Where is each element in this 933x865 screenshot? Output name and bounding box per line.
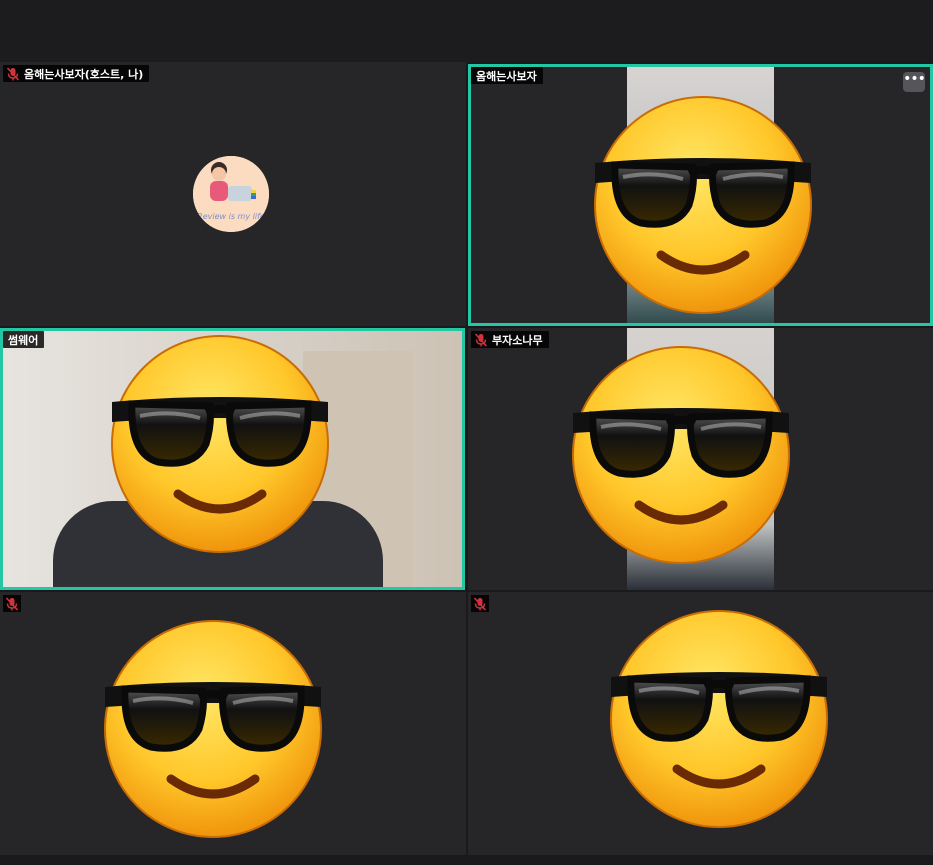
mute-indicator [471,595,489,612]
muted-microphone-icon [473,596,487,611]
muted-microphone-icon [6,66,20,81]
participant-name: 썸웨어 [8,333,39,347]
participant-name: 옴해는사보자(호스트, 나) [24,67,144,81]
avatar-caption: Review is my life [197,212,265,221]
gallery-view: 옴해는사보자(호스트, 나) Review is my life 옴해는사보자 … [0,62,933,865]
participant-name-label: 썸웨어 [3,331,45,348]
mute-indicator [3,595,21,612]
participant-tile-host[interactable]: 옴해는사보자(호스트, 나) Review is my life [0,62,466,326]
sunglasses-emoji-icon [107,331,333,557]
meeting-top-bar [0,0,933,62]
participant-name-label: 부자소나무 [471,331,549,348]
more-options-button[interactable]: ••• [903,72,926,92]
participant-name: 옴해는사보자 [476,69,537,83]
participant-tile-3[interactable]: 썸웨어 [0,328,465,590]
participant-tile-5[interactable] [0,592,466,855]
participant-name-label: 옴해는사보자 [471,67,543,84]
profile-avatar: Review is my life [193,156,269,232]
sunglasses-emoji-icon [590,92,816,318]
participant-name-label: 옴해는사보자(호스트, 나) [3,65,150,82]
participant-tile-2[interactable]: 옴해는사보자 ••• [468,64,933,326]
muted-microphone-icon [474,332,488,347]
participant-tile-6[interactable] [468,592,933,855]
sunglasses-emoji-icon [100,616,326,842]
participant-name: 부자소나무 [492,333,543,347]
participant-tile-4[interactable]: 부자소나무 [468,328,933,590]
muted-microphone-icon [5,596,19,611]
sunglasses-emoji-icon [606,606,832,832]
sunglasses-emoji-icon [568,342,794,568]
